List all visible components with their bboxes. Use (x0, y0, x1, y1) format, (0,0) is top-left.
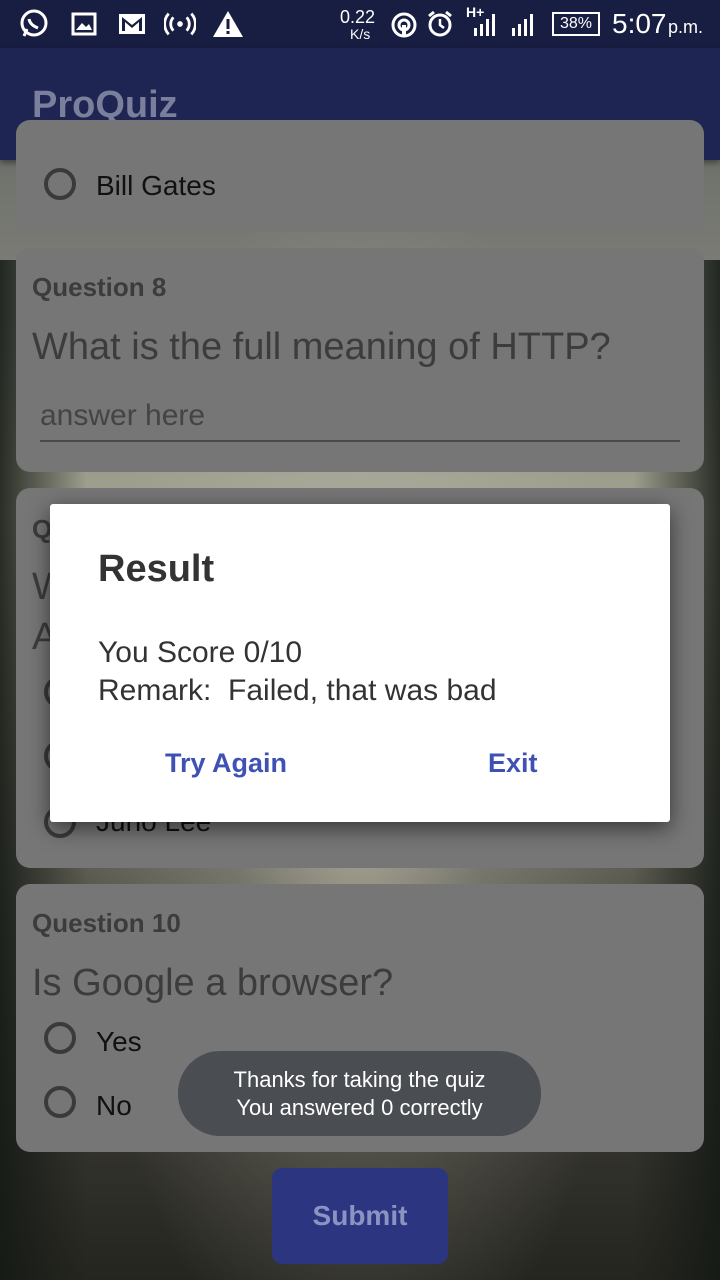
warning-icon (212, 8, 244, 40)
toast-message: Thanks for taking the quiz You answered … (178, 1051, 541, 1136)
answer-input[interactable] (40, 392, 680, 442)
question-number: Question 10 (32, 908, 181, 938)
toast-line-2: You answered 0 correctly (236, 1095, 483, 1120)
clock-ampm: p.m. (668, 17, 704, 37)
whatsapp-icon (18, 8, 50, 40)
exit-button[interactable]: Exit (488, 748, 538, 779)
alarm-icon (424, 8, 456, 40)
question-number: Question 8 (32, 272, 167, 302)
toast-line-1: Thanks for taking the quiz (233, 1067, 486, 1092)
status-bar: 0.22 K/s H+ 38% 5:07 p.m. (0, 0, 720, 48)
try-again-button[interactable]: Try Again (165, 748, 287, 779)
network-speed: 0.22 (340, 7, 376, 27)
dialog-title: Result (98, 548, 215, 590)
remark-text: Remark: Failed, that was bad (98, 674, 497, 707)
radio-option-no[interactable] (44, 1086, 76, 1118)
gallery-icon (68, 8, 100, 40)
clock-time: 5:07 (612, 8, 667, 39)
question-text: Is Google a browser? (32, 962, 394, 1004)
score-text: You Score 0/10 (98, 636, 303, 669)
option-label: Bill Gates (96, 170, 216, 201)
option-label-no: No (96, 1090, 132, 1121)
radio-option-bill-gates[interactable] (44, 168, 76, 200)
radio-option-yes[interactable] (44, 1022, 76, 1054)
result-dialog: Result You Score 0/10 Remark: Failed, th… (50, 504, 670, 822)
network-speed-unit: K/s (350, 26, 371, 42)
hotspot-icon (164, 8, 196, 40)
question-card-7: Bill Gates (16, 120, 704, 232)
wifi-icon (388, 8, 420, 40)
question-text: What is the full meaning of HTTP? (32, 326, 611, 368)
option-label-yes: Yes (96, 1026, 142, 1057)
question-card-8: Question 8 What is the full meaning of H… (16, 248, 704, 472)
battery-indicator: 38% (552, 12, 601, 36)
signal-strength-2-icon (508, 8, 540, 40)
signal-strength-icon (470, 8, 502, 40)
gmail-icon (116, 8, 148, 40)
submit-button[interactable]: Submit (272, 1168, 448, 1264)
